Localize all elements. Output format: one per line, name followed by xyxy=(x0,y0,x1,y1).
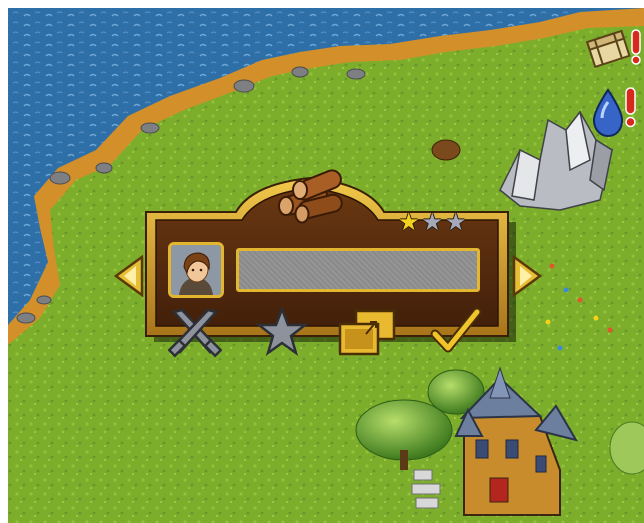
game-screen: ★ ★ ★ xyxy=(0,0,644,523)
crossed-swords-disabled-icon[interactable] xyxy=(168,306,222,358)
settler-portrait-icon[interactable] xyxy=(168,242,224,298)
arrow-left-icon[interactable] xyxy=(112,254,146,298)
settler-name-input[interactable] xyxy=(236,248,480,292)
resize-windows-icon[interactable] xyxy=(336,308,400,358)
rating-star-filled: ★ xyxy=(398,208,420,236)
star-disabled-icon[interactable] xyxy=(256,306,308,358)
rating-stars: ★ ★ ★ xyxy=(398,210,467,234)
rating-star-empty: ★ xyxy=(445,208,467,236)
naming-panel: ★ ★ ★ xyxy=(0,0,644,523)
wood-logs-icon xyxy=(278,169,343,224)
arrow-right-icon[interactable] xyxy=(510,254,544,298)
checkmark-icon[interactable] xyxy=(430,306,482,358)
rating-star-empty: ★ xyxy=(421,208,444,236)
